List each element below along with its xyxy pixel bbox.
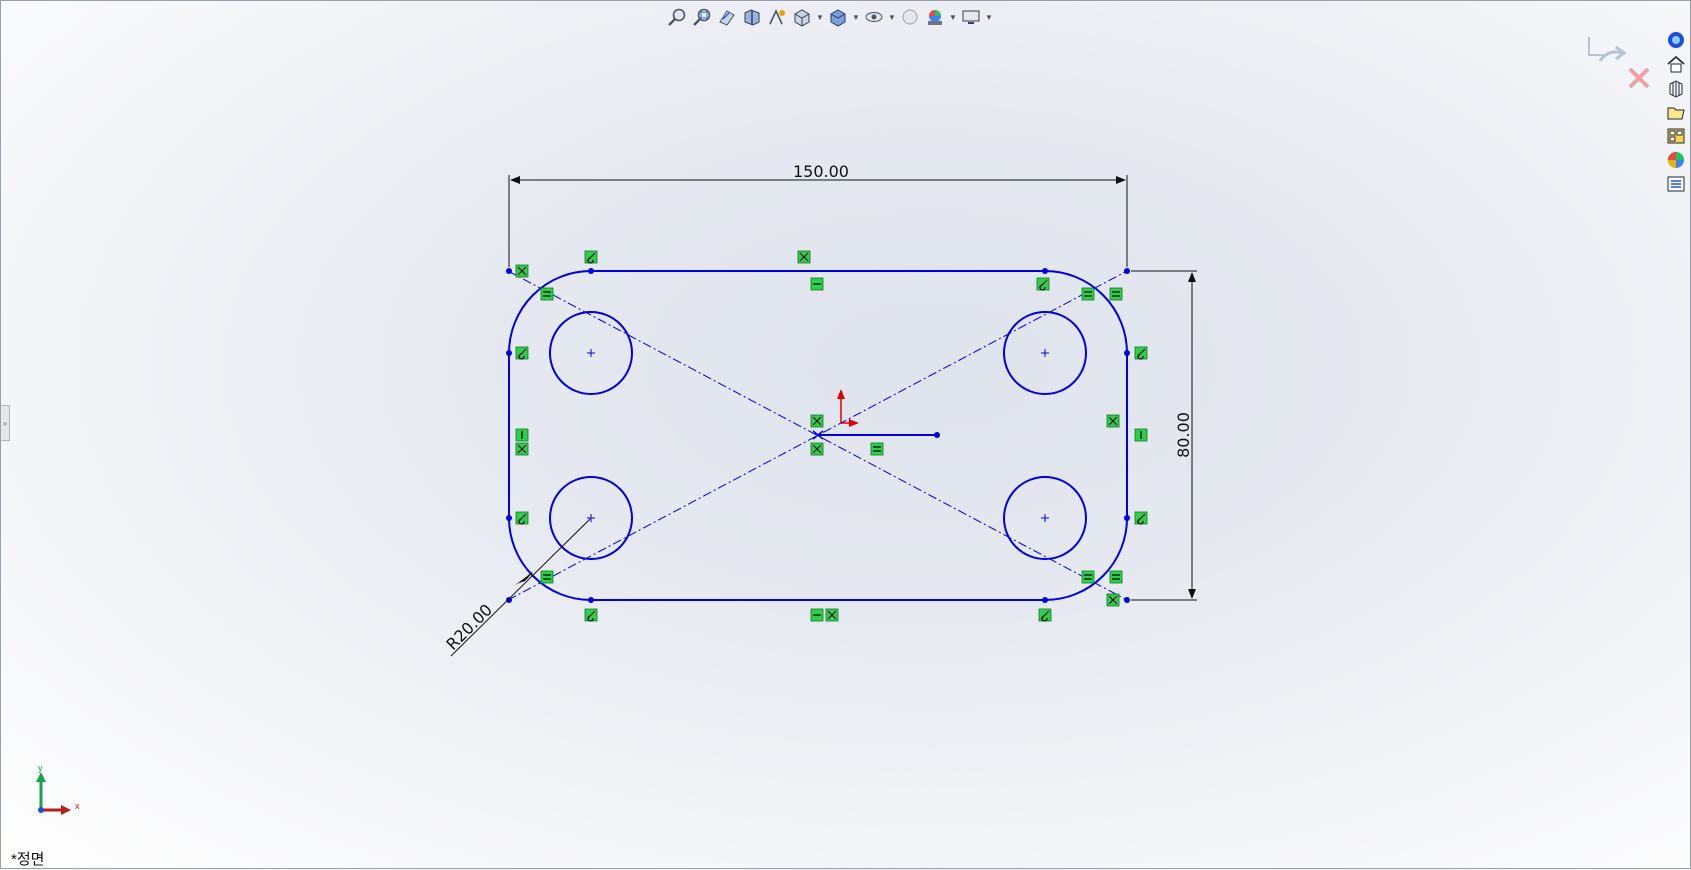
horizontal-relation-icon[interactable] xyxy=(810,277,824,291)
sketch-origin-icon xyxy=(812,389,859,440)
horizontal-relation-icon[interactable] xyxy=(810,608,824,622)
tangent-relation-icon[interactable] xyxy=(584,250,598,264)
coincident-relation-icon[interactable] xyxy=(825,608,839,622)
vertical-relation-icon[interactable] xyxy=(1134,428,1148,442)
coincident-relation-icon[interactable] xyxy=(1106,414,1120,428)
triad-x-label: x xyxy=(75,801,80,811)
view-orientation-label: *정면 xyxy=(11,851,45,868)
tangent-relation-icon[interactable] xyxy=(584,608,598,622)
dimension-height-text: 80.00 xyxy=(1174,412,1193,458)
reference-triad: y x xyxy=(31,763,91,816)
coincident-relation-icon[interactable] xyxy=(810,442,824,456)
equal-relation-icon[interactable] xyxy=(1109,287,1123,301)
equal-relation-icon[interactable] xyxy=(540,287,554,301)
coincident-relation-icon[interactable] xyxy=(1106,593,1120,607)
tangent-relation-icon[interactable] xyxy=(1134,511,1148,525)
equal-relation-icon[interactable] xyxy=(1109,570,1123,584)
sketch-graphics-area[interactable]: 150.00 80.00 R20.00 xyxy=(1,1,1691,870)
tangent-relation-icon[interactable] xyxy=(515,346,529,360)
equal-relation-icon[interactable] xyxy=(1081,287,1095,301)
tangent-relation-icon[interactable] xyxy=(1036,277,1050,291)
dimension-radius[interactable]: R20.00 xyxy=(442,518,591,657)
tangent-relation-icon[interactable] xyxy=(1134,346,1148,360)
tangent-relation-icon[interactable] xyxy=(515,511,529,525)
coincident-relation-icon[interactable] xyxy=(810,414,824,428)
equal-relation-icon[interactable] xyxy=(870,442,884,456)
dimension-radius-text: R20.00 xyxy=(442,600,496,654)
equal-relation-icon[interactable] xyxy=(1081,570,1095,584)
equal-relation-icon[interactable] xyxy=(540,570,554,584)
coincident-relation-icon[interactable] xyxy=(515,442,529,456)
tangent-relation-icon[interactable] xyxy=(1038,608,1052,622)
dimension-width[interactable]: 150.00 xyxy=(508,162,1128,267)
vertical-relation-icon[interactable] xyxy=(515,428,529,442)
triad-y-label: y xyxy=(38,763,43,773)
coincident-relation-icon[interactable] xyxy=(797,250,811,264)
coincident-relation-icon[interactable] xyxy=(515,264,529,278)
dimension-width-text: 150.00 xyxy=(793,162,849,181)
